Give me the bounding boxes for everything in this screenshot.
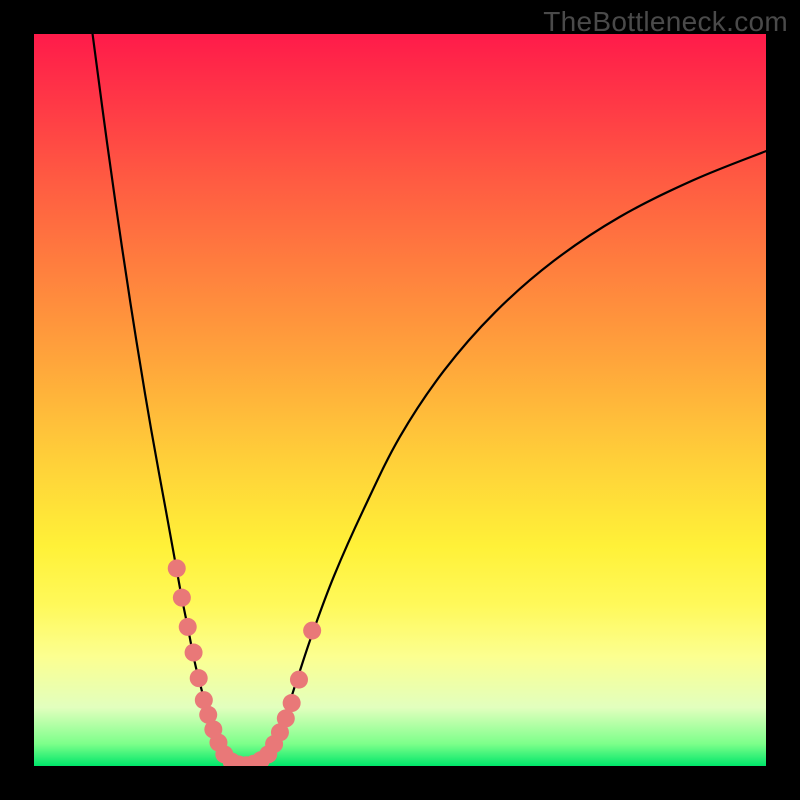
highlight-dot <box>173 589 191 607</box>
plot-area <box>34 34 766 766</box>
highlight-dot <box>283 694 301 712</box>
highlight-dots <box>168 559 321 766</box>
curve-svg <box>34 34 766 766</box>
curve-left-branch <box>93 34 225 759</box>
chart-frame: TheBottleneck.com <box>0 0 800 800</box>
highlight-dot <box>290 671 308 689</box>
highlight-dot <box>303 622 321 640</box>
curve-right-branch <box>268 151 766 757</box>
highlight-dot <box>190 669 208 687</box>
highlight-dot <box>185 644 203 662</box>
highlight-dot <box>179 618 197 636</box>
highlight-dot <box>277 709 295 727</box>
highlight-dot <box>168 559 186 577</box>
